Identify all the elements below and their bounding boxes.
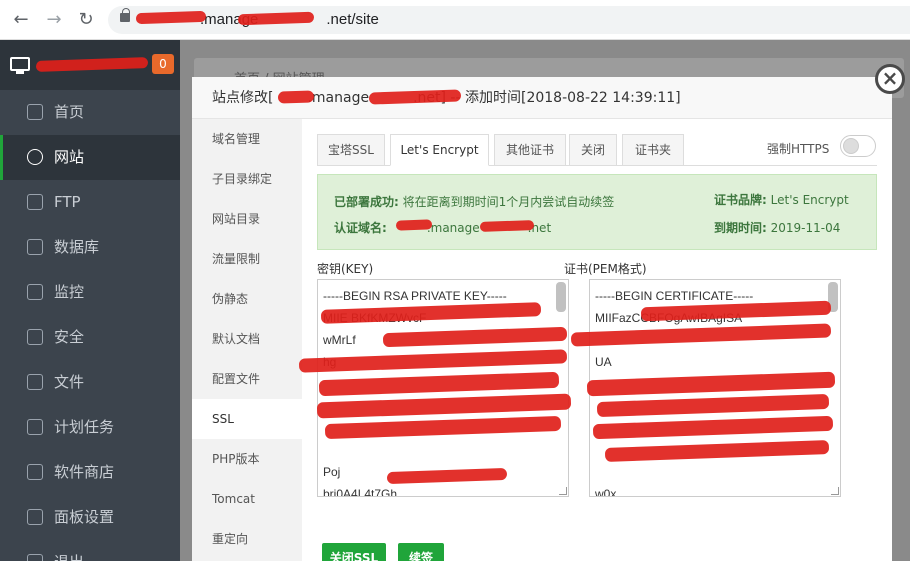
menu-item-site-dir[interactable]: 网站目录 <box>192 199 302 239</box>
deploy-status: 已部署成功: 将在距离到期时间1个月内尝试自动续签 <box>334 195 615 209</box>
menu-item-rewrite[interactable]: 伪静态 <box>192 279 302 319</box>
lock-icon <box>120 8 130 22</box>
close-icon[interactable]: × <box>875 64 905 94</box>
tab-lets-encrypt[interactable]: Let's Encrypt <box>390 134 489 166</box>
menu-item-tomcat[interactable]: Tomcat <box>192 479 302 519</box>
site-edit-modal: 站点修改[.manage .net] -- 添加时间[2018-08-22 14:… <box>192 77 892 561</box>
tab-close[interactable]: 关闭 <box>569 134 617 166</box>
sidebar-item-settings[interactable]: 面板设置 <box>0 495 180 540</box>
sidebar-item-home[interactable]: 首页 <box>0 90 180 135</box>
resize-grip-icon[interactable] <box>559 487 567 495</box>
force-https-toggle[interactable] <box>840 135 876 157</box>
address-bar[interactable]: .manage .net/site <box>108 6 910 34</box>
ssl-tabs: 宝塔SSL Let's Encrypt 其他证书 关闭 证书夹 强制HTTPS <box>317 132 877 166</box>
home-icon <box>27 104 43 120</box>
menu-item-ssl[interactable]: SSL <box>192 399 302 439</box>
menu-item-subdir[interactable]: 子目录绑定 <box>192 159 302 199</box>
shield-icon <box>27 329 43 345</box>
resize-grip-icon[interactable] <box>831 487 839 495</box>
calendar-icon <box>27 419 43 435</box>
back-arrow-icon[interactable]: ← <box>10 9 32 31</box>
forward-arrow-icon[interactable]: → <box>43 9 65 31</box>
key-label: 密钥(KEY) <box>317 262 374 276</box>
redaction <box>395 219 433 231</box>
sidebar-item-cron[interactable]: 计划任务 <box>0 405 180 450</box>
redaction <box>277 90 315 104</box>
sidebar-item-files[interactable]: 文件 <box>0 360 180 405</box>
notification-badge[interactable]: 0 <box>152 54 174 74</box>
menu-item-default-doc[interactable]: 默认文档 <box>192 319 302 359</box>
key-scrollbar[interactable] <box>556 282 566 312</box>
database-icon <box>27 239 43 255</box>
sidebar-item-logout[interactable]: 退出 <box>0 540 180 561</box>
sidebar-item-store[interactable]: 软件商店 <box>0 450 180 495</box>
gear-icon <box>27 509 43 525</box>
sidebar-item-monitor[interactable]: 监控 <box>0 270 180 315</box>
tab-other-cert[interactable]: 其他证书 <box>494 134 566 166</box>
monitor-icon <box>10 57 30 74</box>
cert-editors: 密钥(KEY) 证书(PEM格式) -----BEGIN RSA PRIVATE… <box>298 260 877 505</box>
tab-bt-ssl[interactable]: 宝塔SSL <box>317 134 385 166</box>
ssl-content: 宝塔SSL Let's Encrypt 其他证书 关闭 证书夹 强制HTTPS … <box>298 132 877 561</box>
sidebar-item-security[interactable]: 安全 <box>0 315 180 360</box>
ssl-status-box: 已部署成功: 将在距离到期时间1个月内尝试自动续签 认证域名: .manage .n… <box>317 174 877 250</box>
browser-toolbar: ← → ↻ .manage .net/site <box>0 0 910 40</box>
menu-item-php[interactable]: PHP版本 <box>192 439 302 479</box>
cert-expiry: 到期时间: 2019-11-04 <box>714 221 841 235</box>
cert-brand: 证书品牌: Let's Encrypt <box>714 193 849 207</box>
redaction <box>35 57 149 72</box>
site-settings-menu: 域名管理 子目录绑定 网站目录 流量限制 伪静态 默认文档 配置文件 SSL P… <box>192 119 302 561</box>
force-https-label: 强制HTTPS <box>767 142 830 156</box>
globe-icon <box>27 149 43 165</box>
sidebar-item-database[interactable]: 数据库 <box>0 225 180 270</box>
toggle-knob <box>843 138 859 154</box>
redaction <box>479 220 535 232</box>
reload-icon[interactable]: ↻ <box>75 9 97 31</box>
sidebar-item-website[interactable]: 网站 <box>0 135 180 180</box>
menu-item-config[interactable]: 配置文件 <box>192 359 302 399</box>
renew-button[interactable]: 续签 <box>398 543 444 561</box>
monitor-chart-icon <box>27 284 43 300</box>
menu-item-domain[interactable]: 域名管理 <box>192 119 302 159</box>
sidebar: 0 首页 网站 FTP 数据库 监控 安全 文件 计划任务 软件商店 面板设置 … <box>0 40 180 561</box>
menu-item-traffic[interactable]: 流量限制 <box>192 239 302 279</box>
sidebar-item-ftp[interactable]: FTP <box>0 180 180 225</box>
menu-item-redirect[interactable]: 重定向 <box>192 519 302 559</box>
ftp-icon <box>27 194 43 210</box>
server-header: 0 <box>0 40 180 90</box>
tab-cert-folder[interactable]: 证书夹 <box>622 134 684 166</box>
grid-icon <box>27 464 43 480</box>
cert-label: 证书(PEM格式) <box>564 262 647 276</box>
folder-icon <box>27 374 43 390</box>
close-ssl-button[interactable]: 关闭SSL <box>322 543 386 561</box>
logout-icon <box>27 554 43 561</box>
